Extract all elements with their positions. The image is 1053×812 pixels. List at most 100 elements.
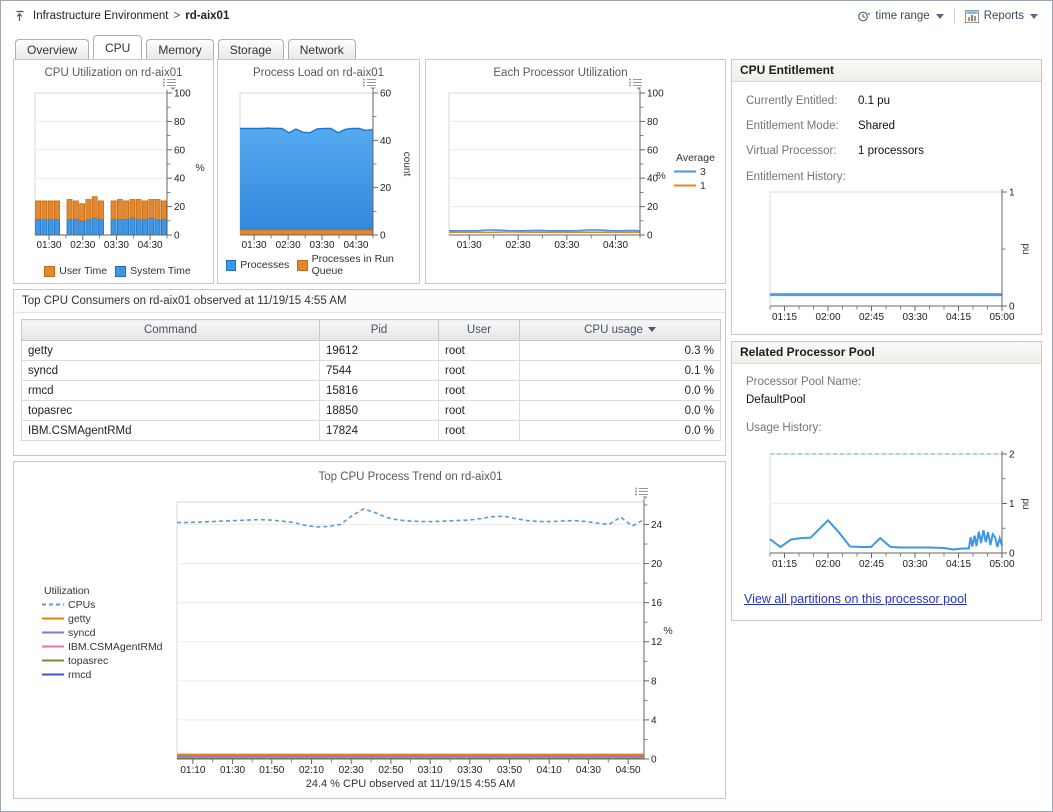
svg-text:0: 0 xyxy=(1009,302,1015,313)
svg-text:20: 20 xyxy=(380,183,392,194)
table-cell: root xyxy=(439,341,520,361)
svg-text:04:10: 04:10 xyxy=(537,765,562,776)
tab-bar: OverviewCPUMemoryStorageNetwork xyxy=(15,34,360,59)
related-processor-pool-panel: Related Processor Pool Processor Pool Na… xyxy=(731,341,1042,621)
field-value: 1 processors xyxy=(858,145,924,157)
svg-text:12: 12 xyxy=(651,637,663,648)
table-cell: IBM.CSMAgentRMd xyxy=(22,421,320,441)
svg-text:Average: Average xyxy=(676,152,715,164)
svg-text:3: 3 xyxy=(700,166,706,178)
legend-swatch xyxy=(226,260,236,271)
svg-text:Utilization: Utilization xyxy=(44,585,90,597)
svg-text:04:30: 04:30 xyxy=(603,240,628,251)
process-trend-caption: 24.4 % CPU observed at 11/19/15 4:55 AM xyxy=(177,778,644,790)
cpu-utilization-panel: CPU Utilization on rd-aix01 020406080100… xyxy=(13,59,214,284)
consumers-header-row: CommandPidUserCPU usage xyxy=(22,320,721,341)
svg-text:03:30: 03:30 xyxy=(902,312,927,323)
pool-header: Related Processor Pool xyxy=(732,342,1041,364)
header-bar: Infrastructure Environment > rd-aix01 ti… xyxy=(1,1,1052,31)
view-partitions-link[interactable]: View all partitions on this processor po… xyxy=(744,592,967,606)
table-row[interactable]: getty19612root0.3 % xyxy=(22,341,721,361)
svg-text:0: 0 xyxy=(174,231,180,242)
svg-text:40: 40 xyxy=(380,136,392,147)
tab-cpu[interactable]: CPU xyxy=(93,35,142,59)
svg-text:100: 100 xyxy=(174,89,191,100)
legend-label: Processes in Run Queue xyxy=(312,253,419,277)
breadcrumb-root[interactable]: Infrastructure Environment xyxy=(33,10,169,22)
svg-text:20: 20 xyxy=(174,202,186,213)
table-cell: 0.1 % xyxy=(520,361,721,381)
each-processor-title: Each Processor Utilization xyxy=(396,67,725,79)
legend-label: User Time xyxy=(59,265,107,277)
tab-storage[interactable]: Storage xyxy=(218,39,284,59)
reports-caret-icon xyxy=(1030,14,1038,19)
svg-text:03:50: 03:50 xyxy=(497,765,522,776)
svg-text:02:30: 02:30 xyxy=(339,765,364,776)
tab-network[interactable]: Network xyxy=(288,39,356,59)
cpu-entitlement-header: CPU Entitlement xyxy=(732,60,1041,82)
svg-text:03:10: 03:10 xyxy=(418,765,443,776)
table-cell: 0.0 % xyxy=(520,421,721,441)
svg-text:80: 80 xyxy=(174,117,186,128)
svg-text:01:30: 01:30 xyxy=(242,240,267,251)
time-range-caret-icon xyxy=(936,14,944,19)
column-header-cpu-usage[interactable]: CPU usage xyxy=(520,320,721,341)
svg-text:04:15: 04:15 xyxy=(946,312,971,323)
svg-text:02:45: 02:45 xyxy=(859,312,884,323)
svg-text:syncd: syncd xyxy=(68,627,96,639)
process-trend-chart: 0481216202401:1001:3001:5002:1002:3002:5… xyxy=(14,492,725,784)
svg-text:01:30: 01:30 xyxy=(36,240,61,251)
process-load-panel: Process Load on rd-aix01 020406001:3002:… xyxy=(217,59,420,284)
table-cell: root xyxy=(439,381,520,401)
time-range-control[interactable]: time range xyxy=(857,10,943,23)
table-row[interactable]: topasrec18850root0.0 % xyxy=(22,401,721,421)
svg-text:IBM.CSMAgentRMd: IBM.CSMAgentRMd xyxy=(68,641,163,653)
column-header-user[interactable]: User xyxy=(439,320,520,341)
table-cell: root xyxy=(439,421,520,441)
table-row[interactable]: rmcd15816root0.0 % xyxy=(22,381,721,401)
column-header-pid[interactable]: Pid xyxy=(320,320,439,341)
legend-label: Processes xyxy=(240,259,289,271)
svg-text:60: 60 xyxy=(174,145,186,156)
drill-up-icon[interactable] xyxy=(15,10,27,22)
entitlement-history-label: Entitlement History: xyxy=(746,171,1041,183)
svg-text:60: 60 xyxy=(380,89,392,100)
column-header-command[interactable]: Command xyxy=(22,320,320,341)
reports-control[interactable]: Reports xyxy=(965,10,1038,23)
svg-text:20: 20 xyxy=(651,559,663,570)
tab-overview[interactable]: Overview xyxy=(15,39,89,59)
breadcrumb-separator: > xyxy=(174,10,181,22)
svg-text:04:30: 04:30 xyxy=(343,240,368,251)
table-cell: 7544 xyxy=(320,361,439,381)
table-row[interactable]: IBM.CSMAgentRMd17824root0.0 % xyxy=(22,421,721,441)
svg-text:05:00: 05:00 xyxy=(989,312,1014,323)
svg-text:02:00: 02:00 xyxy=(815,312,840,323)
legend-swatch xyxy=(115,266,126,277)
table-row[interactable]: syncd7544root0.1 % xyxy=(22,361,721,381)
svg-text:04:30: 04:30 xyxy=(576,765,601,776)
svg-text:01:30: 01:30 xyxy=(220,765,245,776)
svg-text:60: 60 xyxy=(647,145,659,156)
svg-text:03:30: 03:30 xyxy=(310,240,335,251)
tab-memory[interactable]: Memory xyxy=(146,39,213,59)
table-cell: 17824 xyxy=(320,421,439,441)
svg-text:pu: pu xyxy=(1020,243,1031,254)
entitlement-history-chart: 0101:1502:0002:4503:3004:1505:00pu xyxy=(732,188,1037,334)
svg-text:02:50: 02:50 xyxy=(378,765,403,776)
field-label: Virtual Processor: xyxy=(746,145,858,157)
svg-text:04:30: 04:30 xyxy=(138,240,163,251)
svg-text:02:00: 02:00 xyxy=(815,559,840,570)
entitlement-fields: Currently Entitled:0.1 puEntitlement Mod… xyxy=(732,95,1041,157)
svg-text:0: 0 xyxy=(1009,549,1015,560)
svg-text:0: 0 xyxy=(647,231,653,242)
svg-text:2: 2 xyxy=(1009,450,1015,461)
svg-text:03:30: 03:30 xyxy=(104,240,129,251)
svg-text:20: 20 xyxy=(647,202,659,213)
entitlement-field: Entitlement Mode:Shared xyxy=(746,120,1041,132)
consumers-title: Top CPU Consumers on rd-aix01 observed a… xyxy=(14,290,725,313)
svg-text:16: 16 xyxy=(651,598,663,609)
svg-text:0: 0 xyxy=(380,231,386,242)
breadcrumb-current: rd-aix01 xyxy=(185,10,229,22)
time-range-icon xyxy=(857,10,870,23)
table-cell: 15816 xyxy=(320,381,439,401)
